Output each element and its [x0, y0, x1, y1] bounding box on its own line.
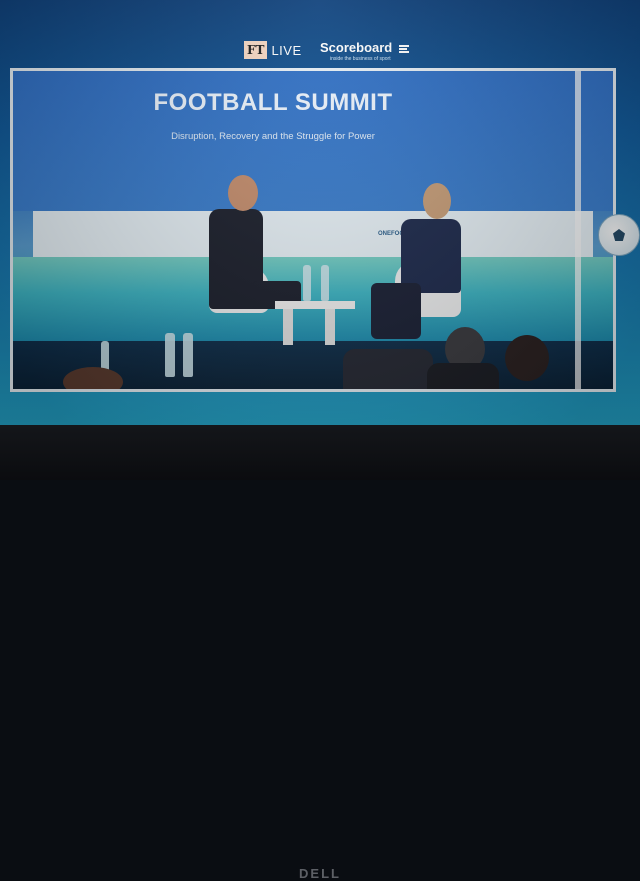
ft-live-label: LIVE	[271, 42, 302, 58]
video-stream[interactable]: FOOTBALL SUMMIT Disruption, Recovery and…	[10, 68, 616, 392]
summit-title: FOOTBALL SUMMIT	[153, 89, 393, 116]
speaker-right-legs	[371, 283, 421, 339]
water-bottle	[321, 265, 329, 301]
table-leg	[325, 309, 335, 345]
water-bottle	[303, 265, 311, 301]
summit-subtitle: Disruption, Recovery and the Struggle fo…	[171, 131, 375, 142]
speaker-left-head	[228, 175, 258, 211]
audience-member	[63, 367, 123, 389]
sponsor-band	[33, 211, 593, 257]
water-bottle	[183, 333, 193, 377]
football-graphic	[598, 214, 640, 256]
laptop-bezel: DELL	[0, 425, 640, 881]
ft-mark: FT	[244, 41, 268, 59]
speaker-right-head	[423, 183, 451, 219]
side-table	[275, 301, 355, 309]
speaker-right-body	[401, 219, 461, 293]
water-bottle	[165, 333, 175, 377]
laptop-brand-logo: DELL	[299, 866, 341, 881]
audience-member	[343, 349, 433, 389]
water-bottle	[101, 341, 109, 371]
header-bar: FT LIVE Scoreboard inside the business o…	[0, 0, 640, 70]
audience-member	[505, 335, 549, 381]
scoreboard-label: Scoreboard	[320, 40, 393, 55]
audience-member	[427, 363, 499, 389]
scoreboard-bars-icon	[398, 44, 409, 54]
ft-live-logo: FT LIVE	[244, 40, 302, 60]
scoreboard-tagline: inside the business of sport	[330, 56, 391, 62]
laptop-screen: FT LIVE Scoreboard inside the business o…	[0, 0, 640, 425]
table-leg	[283, 309, 293, 345]
scoreboard-logo: Scoreboard	[320, 40, 409, 55]
